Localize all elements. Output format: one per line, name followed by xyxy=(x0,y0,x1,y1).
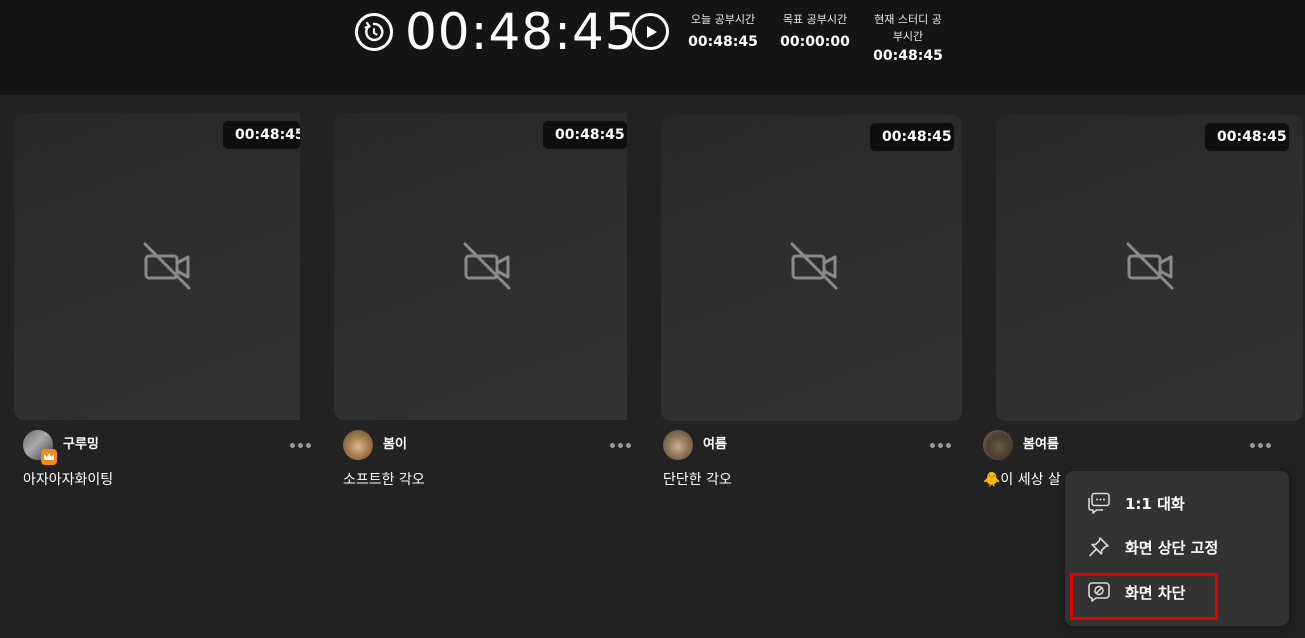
camera-off-icon xyxy=(1126,242,1174,290)
participant-name: 구루밍 xyxy=(63,437,99,452)
highlight-box xyxy=(1070,573,1218,620)
participant-name: 봄여름 xyxy=(1023,437,1059,452)
participant-status: 아자아자화이팅 xyxy=(23,472,114,488)
avatar[interactable] xyxy=(343,430,373,460)
menu-item-label: 화면 상단 고정 xyxy=(1125,538,1219,557)
more-options-button[interactable] xyxy=(1247,440,1273,450)
video-tile[interactable]: 00:48:45 xyxy=(334,113,627,420)
time-badge: 00:48:45 xyxy=(1205,123,1289,151)
stat-current-label-line1: 현재 스터디 공 xyxy=(874,13,942,26)
timer-bar: 00:48:45 오늘 공부시간 00:48:45 목표 공부시간 00:00:… xyxy=(0,0,1305,95)
menu-item-pin-top[interactable]: 화면 상단 고정 xyxy=(1087,534,1218,560)
video-tile[interactable]: 00:48:45 xyxy=(996,115,1303,421)
stat-today-value: 00:48:45 xyxy=(688,34,758,50)
more-options-button[interactable] xyxy=(927,440,953,450)
video-tile[interactable]: 00:48:45 xyxy=(661,115,962,421)
reset-timer-button[interactable] xyxy=(355,13,393,51)
stat-current-value: 00:48:45 xyxy=(873,48,943,64)
play-button[interactable] xyxy=(632,13,669,50)
more-options-button[interactable] xyxy=(287,440,313,450)
participant-status: 단단한 각오 xyxy=(663,472,732,488)
main-timer: 00:48:45 xyxy=(405,3,638,61)
camera-off-icon xyxy=(143,242,191,290)
stat-today: 오늘 공부시간 00:48:45 xyxy=(684,11,762,51)
play-icon xyxy=(646,25,657,38)
menu-item-direct-chat[interactable]: 1:1 대화 xyxy=(1087,490,1185,516)
stat-goal: 목표 공부시간 00:00:00 xyxy=(776,11,854,51)
camera-off-icon xyxy=(790,242,838,290)
participant-name: 여름 xyxy=(703,437,727,452)
stat-current: 현재 스터디 공 부시간 00:48:45 xyxy=(868,11,948,65)
menu-item-label: 1:1 대화 xyxy=(1125,494,1185,513)
participant-status: 소프트한 각오 xyxy=(343,472,425,488)
stat-goal-label: 목표 공부시간 xyxy=(782,13,848,26)
more-options-button[interactable] xyxy=(607,440,633,450)
stat-goal-value: 00:00:00 xyxy=(780,34,850,50)
pin-icon xyxy=(1089,537,1109,557)
video-tile[interactable]: 00:48:45 xyxy=(14,113,300,420)
stat-today-label: 오늘 공부시간 xyxy=(690,13,756,26)
time-badge: 00:48:45 xyxy=(870,123,954,151)
avatar[interactable] xyxy=(663,430,693,460)
time-badge: 00:48:45 xyxy=(223,121,300,149)
participant-status: 🐥이 세상 살 xyxy=(983,472,1061,488)
chat-icon xyxy=(1088,492,1110,514)
host-crown-icon xyxy=(41,449,57,465)
participant-name: 봄이 xyxy=(383,437,407,452)
reset-icon xyxy=(364,21,384,42)
avatar[interactable] xyxy=(983,430,1013,460)
stat-current-label-line2: 부시간 xyxy=(892,30,924,43)
camera-off-icon xyxy=(463,242,511,290)
time-badge: 00:48:45 xyxy=(543,121,627,149)
